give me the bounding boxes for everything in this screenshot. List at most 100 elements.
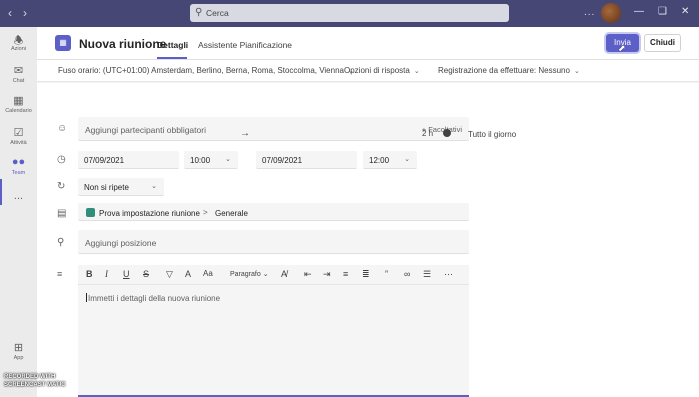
italic-icon[interactable]: I (105, 269, 108, 279)
rail-item-tasks[interactable]: ☑ Attività (0, 126, 37, 146)
channel-field[interactable]: Prova impostazione riunione > Generale (78, 203, 469, 221)
font-size-icon[interactable]: Aa (203, 269, 213, 278)
strikethrough-icon[interactable]: S (143, 269, 149, 279)
rail-item-calendar[interactable]: ▦ Calendario (0, 94, 37, 114)
rail-item-apps[interactable]: ⊞ App (0, 341, 37, 361)
details-placeholder-wrap: Immetti i dettagli della nuova riunione (86, 293, 220, 303)
chevron-down-icon: ⌄ (404, 156, 410, 163)
rail-item-team[interactable]: ●● Team (0, 156, 37, 176)
numbered-list-icon[interactable]: ≣ (362, 269, 370, 280)
meeting-header: ▦ Nuova riunione Dettagli Assistente Pia… (37, 27, 699, 60)
end-date-field[interactable]: 07/09/2021 (256, 151, 357, 169)
link-icon[interactable]: ∞ (404, 269, 410, 279)
chevron-right-icon: > (203, 208, 208, 217)
attendees-placeholder: Aggiungi partecipanti obbligatori (85, 125, 206, 135)
clock-icon: ◷ (57, 154, 66, 165)
timezone-label: Fuso orario: (UTC+01:00) Amsterdam, Berl… (58, 66, 344, 75)
start-time-select[interactable]: 10:00 ⌄ (184, 151, 238, 169)
bulleted-list-icon[interactable]: ≡ (343, 269, 348, 279)
quote-icon[interactable]: ” (385, 269, 388, 279)
rail-item-chat[interactable]: ✉ Chat (0, 64, 37, 84)
recording-watermark: RECORDED WITH SCREENCAST MATIC (4, 373, 66, 389)
recording-label: Registrazione da effettuare: Nessuno (438, 66, 570, 75)
tasks-icon: ☑ (13, 127, 24, 139)
search-input[interactable]: ⚲ Cerca (190, 4, 509, 22)
rail-item-label: Attività (10, 140, 27, 146)
apps-icon: ⊞ (13, 342, 24, 354)
horizontal-rule-icon[interactable]: ☰ (423, 269, 431, 280)
location-pin-icon: ⚲ (57, 237, 65, 248)
end-time-select[interactable]: 12:00 ⌄ (363, 151, 417, 169)
font-color-icon[interactable]: A (185, 269, 191, 279)
duration-label: 2 h (422, 129, 434, 138)
attendees-field[interactable]: Aggiungi partecipanti obbligatori + Faco… (78, 117, 469, 141)
channel-team-name: Prova impostazione riunione (99, 209, 200, 218)
more-formatting-icon[interactable]: ⋯ (444, 269, 453, 280)
search-placeholder: Cerca (206, 8, 229, 18)
repeat-select[interactable]: Non si ripete ⌄ (78, 178, 164, 196)
add-person-icon: ☺ (57, 123, 68, 134)
page-title: Nuova riunione (79, 37, 167, 51)
rail-item-activity[interactable]: 🕭 Azioni (0, 32, 37, 52)
chevron-down-icon: ⌄ (151, 183, 157, 190)
format-toolbar: B I U S ▽ A Aa Paragrafo ⌄ A̸ ⇤ ⇥ ≡ ≣ ” … (78, 265, 469, 285)
paragraph-dropdown[interactable]: Paragrafo ⌄ (230, 270, 269, 278)
watermark-line1: RECORDED WITH (4, 374, 56, 380)
response-options-label: Opzioni di risposta (344, 66, 410, 75)
more-options-button[interactable]: ... (584, 7, 595, 18)
repeat-value: Non si ripete (84, 183, 129, 192)
clear-formatting-icon[interactable]: A̸ (281, 269, 287, 279)
team-avatar-icon (86, 208, 95, 217)
back-icon[interactable]: ‹ (8, 6, 12, 20)
tab-active-indicator (157, 57, 187, 59)
more-icon: ... (13, 190, 24, 202)
chat-icon: ✉ (13, 65, 24, 77)
close-button[interactable]: Chiudi (644, 34, 681, 52)
rail-item-label: Calendario (5, 108, 32, 114)
calendar-icon: ▦ (13, 95, 24, 107)
decrease-indent-icon[interactable]: ⇤ (304, 269, 312, 280)
maximize-icon[interactable]: ❑ (658, 6, 667, 17)
timezone-dropdown[interactable]: Fuso orario: (UTC+01:00) Amsterdam, Berl… (58, 66, 354, 75)
minimize-icon[interactable]: — (634, 6, 644, 17)
avatar[interactable] (601, 3, 621, 23)
channel-name: Generale (215, 209, 248, 218)
meeting-form: ☺ Aggiungi partecipanti obbligatori + Fa… (37, 83, 699, 397)
close-window-icon[interactable]: ✕ (681, 6, 689, 17)
repeat-icon: ↻ (57, 181, 66, 192)
bell-icon: 🕭 (13, 35, 24, 47)
end-time-value: 12:00 (369, 156, 390, 165)
search-icon: ⚲ (195, 7, 203, 18)
location-field[interactable]: Aggiungi posizione (78, 230, 469, 254)
chevron-down-icon: ⌄ (573, 68, 580, 75)
watermark-line2: SCREENCAST MATIC (4, 382, 66, 388)
team-icon: ●● (11, 156, 26, 168)
tab-scheduling-assistant[interactable]: Assistente Pianificazione (198, 40, 292, 50)
main-area: ▦ Nuova riunione Dettagli Assistente Pia… (37, 27, 699, 397)
all-day-label: Tutto il giorno (468, 130, 517, 139)
options-bar: Fuso orario: (UTC+01:00) Amsterdam, Berl… (37, 60, 699, 82)
tab-details[interactable]: Dettagli (157, 40, 188, 50)
start-date-field[interactable]: 07/09/2021 (78, 151, 179, 169)
rail-item-more[interactable]: ... (0, 190, 37, 203)
bold-icon[interactable]: B (86, 269, 93, 279)
highlight-icon[interactable]: ▽ (166, 269, 173, 280)
calendar-icon: ▦ (55, 35, 71, 51)
rail-item-label: Chat (12, 78, 25, 84)
app-rail: 🕭 Azioni ✉ Chat ▦ Calendario ☑ Attività … (0, 27, 37, 397)
chevron-down-icon: ⌄ (225, 156, 231, 163)
rail-item-label: Team (11, 170, 26, 176)
underline-icon[interactable]: U (123, 269, 130, 279)
details-editor[interactable]: B I U S ▽ A Aa Paragrafo ⌄ A̸ ⇤ ⇥ ≡ ≣ ” … (78, 265, 469, 397)
text-caret (86, 293, 87, 302)
mouse-cursor-icon: ⬈ (618, 43, 626, 53)
increase-indent-icon[interactable]: ⇥ (323, 269, 331, 280)
all-day-toggle[interactable] (443, 129, 451, 137)
recording-dropdown[interactable]: Registrazione da effettuare: Nessuno ⌄ (438, 66, 580, 75)
start-date-value: 07/09/2021 (84, 156, 125, 165)
response-options-dropdown[interactable]: Opzioni di risposta ⌄ (344, 66, 420, 75)
rail-item-label: App (13, 355, 24, 361)
forward-icon[interactable]: › (23, 6, 27, 20)
channel-icon: ▤ (57, 208, 67, 219)
chevron-down-icon: ⌄ (413, 68, 420, 75)
